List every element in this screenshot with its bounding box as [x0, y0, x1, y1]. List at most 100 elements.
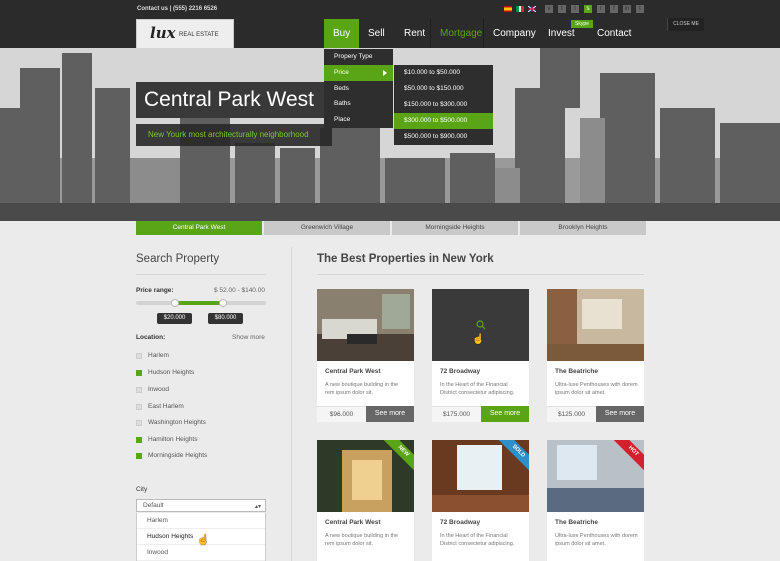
property-title[interactable]: The Beatriche — [555, 519, 598, 526]
nav-mortgage[interactable]: Mortgage — [430, 19, 484, 49]
select-arrows-icon: ▴▾ — [254, 504, 261, 510]
see-more-button[interactable]: See more — [481, 406, 529, 422]
nav-company[interactable]: Company — [484, 19, 539, 49]
language-flags — [504, 6, 536, 12]
property-card[interactable]: The Beatriche Ultra-luxe Penthouses with… — [547, 289, 644, 422]
tab-brooklyn-heights[interactable]: Brooklyn Heights — [520, 221, 646, 235]
checkbox-checked-icon[interactable] — [136, 436, 142, 443]
location-label-text: Harlem — [148, 352, 169, 359]
dropdown-item-baths[interactable]: Baths — [324, 96, 393, 112]
location-checkbox[interactable]: Inwood — [136, 386, 169, 393]
price-option[interactable]: $50.000 to $150.000 — [394, 81, 493, 97]
price-option[interactable]: $150.000 to $300.000 — [394, 97, 493, 113]
divider — [136, 274, 266, 275]
checkbox-icon[interactable] — [136, 386, 142, 393]
location-checkbox[interactable]: Morningside Heights — [136, 452, 207, 459]
property-description: In the Heart of the Financial District c… — [440, 382, 515, 396]
linkedin-icon[interactable]: in — [623, 5, 631, 13]
property-title[interactable]: The Beatriche — [555, 368, 598, 375]
search-heading: Search Property — [136, 253, 220, 265]
city-option[interactable]: Inwood — [137, 545, 265, 561]
city-label: City — [136, 486, 148, 493]
slider-handle-min[interactable] — [171, 299, 179, 307]
tab-morningside-heights[interactable]: Morningside Heights — [392, 221, 518, 235]
location-checkbox[interactable]: Washington Heights — [136, 419, 206, 426]
lastfm-icon[interactable]: l — [571, 5, 579, 13]
italy-flag-icon[interactable] — [516, 6, 524, 12]
uk-flag-icon[interactable] — [528, 6, 536, 12]
hero-title-box: Central Park West — [136, 82, 324, 118]
property-price: $125.000 — [547, 406, 596, 422]
nav-buy[interactable]: Buy — [324, 19, 359, 49]
twitter-icon[interactable]: t — [636, 5, 644, 13]
checkbox-checked-icon[interactable] — [136, 452, 142, 459]
property-description: Ultra-luxe Penthouses with dorem ipsum d… — [555, 533, 638, 547]
dropdown-item-beds[interactable]: Beds — [324, 81, 393, 97]
property-card[interactable]: NEW Central Park West A new boutique bui… — [317, 440, 414, 561]
location-checkbox[interactable]: Hamilton Heights — [136, 436, 198, 443]
see-more-button[interactable]: See more — [366, 406, 414, 422]
property-title[interactable]: 72 Broadway — [440, 519, 480, 526]
location-checkbox[interactable]: Hudson Heights — [136, 369, 194, 376]
rss-icon[interactable]: r — [597, 5, 605, 13]
min-price-box: $20.000 — [157, 313, 192, 324]
close-me-button[interactable]: CLOSE ME — [667, 18, 704, 31]
checkbox-icon[interactable] — [136, 352, 142, 359]
tab-greenwich-village[interactable]: Greenwich Village — [264, 221, 390, 235]
mouse-pointer-icon: ☝ — [472, 334, 485, 345]
property-image[interactable] — [547, 289, 644, 361]
tab-central-park-west[interactable]: Central Park West — [136, 221, 262, 235]
nav-sell[interactable]: Sell — [359, 19, 395, 49]
nav-invest[interactable]: Invest — [539, 19, 588, 49]
nav-rent[interactable]: Rent — [395, 19, 430, 49]
location-checkbox[interactable]: East Harlem — [136, 403, 184, 410]
hero-subtitle-box: New Yourk most architecturally neighborh… — [136, 124, 332, 146]
social-icons: v t l s r f in t — [545, 5, 644, 13]
price-submenu: $10.000 to $50.000 $50.000 to $150.000 $… — [394, 65, 493, 145]
price-slider[interactable] — [136, 299, 266, 307]
dropdown-item-place[interactable]: Place — [324, 112, 393, 128]
logo[interactable]: lux REAL ESTATE — [136, 19, 234, 49]
hero-subtitle: New Yourk most architecturally neighborh… — [148, 130, 309, 139]
property-card[interactable]: 72 Broadway In the Heart of the Financia… — [432, 289, 529, 422]
checkbox-checked-icon[interactable] — [136, 369, 142, 376]
show-more-link[interactable]: Show more — [232, 334, 265, 341]
property-description: Ultra-luxe Penthouses with dorem ipsum d… — [555, 382, 638, 396]
city-select[interactable]: Default ▴▾ — [136, 499, 266, 512]
dropdown-item-price[interactable]: Price — [324, 64, 393, 81]
location-label-text: Inwood — [148, 386, 169, 393]
city-selected-value: Default — [143, 502, 164, 509]
location-checkbox[interactable]: Harlem — [136, 352, 169, 359]
location-label-text: Hamilton Heights — [148, 436, 198, 443]
skype-icon[interactable]: s — [584, 5, 592, 13]
property-image[interactable] — [432, 289, 529, 361]
property-title[interactable]: Central Park West — [325, 368, 381, 375]
facebook-icon[interactable]: f — [610, 5, 618, 13]
tumblr-icon[interactable]: t — [558, 5, 566, 13]
property-price: $175.000 — [432, 406, 481, 422]
dropdown-item-property-type[interactable]: Propery Type — [324, 49, 393, 65]
dropdown-item-price-label: Price — [334, 68, 349, 76]
property-image[interactable] — [317, 289, 414, 361]
location-label-text: Hudson Heights — [148, 369, 195, 376]
spain-flag-icon[interactable] — [504, 6, 512, 12]
property-price: $96.000 — [317, 406, 366, 422]
city-option[interactable]: Harlem — [137, 513, 265, 529]
price-option[interactable]: $500.000 to $900.000 — [394, 129, 493, 145]
price-option[interactable]: $10.000 to $50.000 — [394, 65, 493, 81]
property-card[interactable]: SOLD 72 Broadway In the Heart of the Fin… — [432, 440, 529, 561]
checkbox-icon[interactable] — [136, 403, 142, 410]
checkbox-icon[interactable] — [136, 419, 142, 426]
price-option[interactable]: $300.000 to $500.000 — [394, 113, 493, 129]
see-more-button[interactable]: See more — [596, 406, 644, 422]
property-card[interactable]: HOT The Beatriche Ultra-luxe Penthouses … — [547, 440, 644, 561]
nav-contact[interactable]: Contact — [588, 19, 639, 49]
property-description: In the Heart of the Financial District c… — [440, 533, 515, 547]
property-title[interactable]: 72 Broadway — [440, 368, 480, 375]
property-title[interactable]: Central Park West — [325, 519, 381, 526]
property-card[interactable]: Central Park West A new boutique buildin… — [317, 289, 414, 422]
vimeo-icon[interactable]: v — [545, 5, 553, 13]
slider-handle-max[interactable] — [219, 299, 227, 307]
hero-title: Central Park West — [144, 88, 314, 111]
slider-fill — [175, 301, 223, 305]
